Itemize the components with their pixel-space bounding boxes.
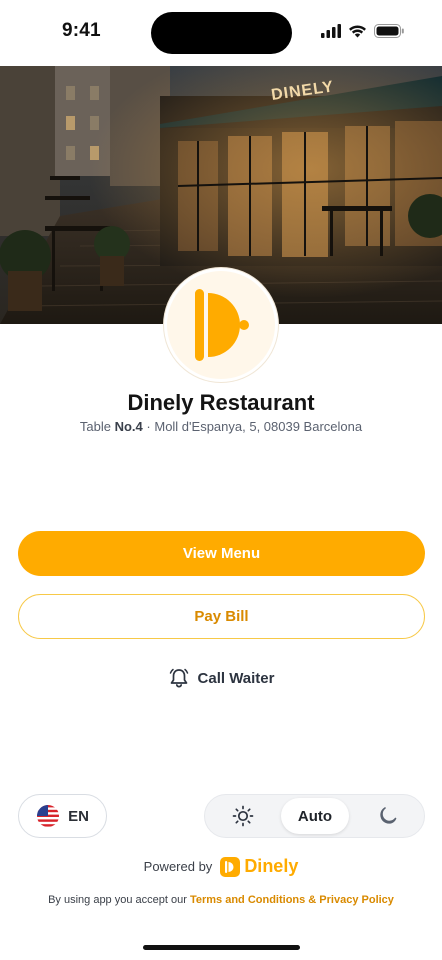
wifi-icon <box>349 25 366 38</box>
dinely-logo-icon <box>195 289 249 361</box>
legal-prefix: By using app you accept our <box>48 894 187 906</box>
restaurant-address: Moll d'Espanya, 5, 08039 Barcelona <box>154 419 363 434</box>
dynamic-island <box>151 12 292 54</box>
terms-privacy-link[interactable]: Terms and Conditions & Privacy Policy <box>190 894 394 906</box>
view-menu-button[interactable]: View Menu <box>18 531 425 576</box>
call-waiter-label: Call Waiter <box>197 669 275 687</box>
signal-icon <box>321 24 341 38</box>
call-waiter-button[interactable]: Call Waiter <box>0 667 442 689</box>
sun-icon <box>232 805 254 827</box>
theme-toggle: Auto <box>204 794 425 838</box>
powered-by: Powered by Dinely <box>0 856 442 877</box>
dinely-brand-name: Dinely <box>244 856 299 876</box>
battery-icon <box>374 24 404 38</box>
dinely-brand: Dinely <box>220 856 298 877</box>
restaurant-name: Dinely Restaurant <box>127 390 315 415</box>
us-flag-icon <box>37 805 60 827</box>
home-indicator <box>143 945 300 950</box>
status-bar: 9:41 <box>0 0 442 66</box>
table-number: No.4 <box>114 419 143 434</box>
bell-icon <box>169 668 188 688</box>
dinely-brand-icon <box>220 856 241 877</box>
theme-dark-option[interactable] <box>357 798 417 834</box>
table-prefix: Table <box>79 419 111 434</box>
restaurant-logo <box>164 268 278 382</box>
restaurant-info: Table No.4 · Moll d'Espanya, 5, 08039 Ba… <box>0 419 442 434</box>
moon-icon <box>380 807 397 824</box>
legal-notice: By using app you accept our Terms and Co… <box>0 894 442 906</box>
pay-bill-button[interactable]: Pay Bill <box>18 594 425 639</box>
info-separator: · <box>146 419 151 434</box>
theme-auto-option[interactable]: Auto <box>281 798 349 834</box>
powered-by-label: Powered by <box>143 859 213 874</box>
status-icons <box>321 24 404 38</box>
language-selector[interactable]: EN <box>18 794 107 838</box>
status-time: 9:41 <box>62 20 101 41</box>
language-code: EN <box>68 807 89 825</box>
theme-light-option[interactable] <box>213 798 273 834</box>
